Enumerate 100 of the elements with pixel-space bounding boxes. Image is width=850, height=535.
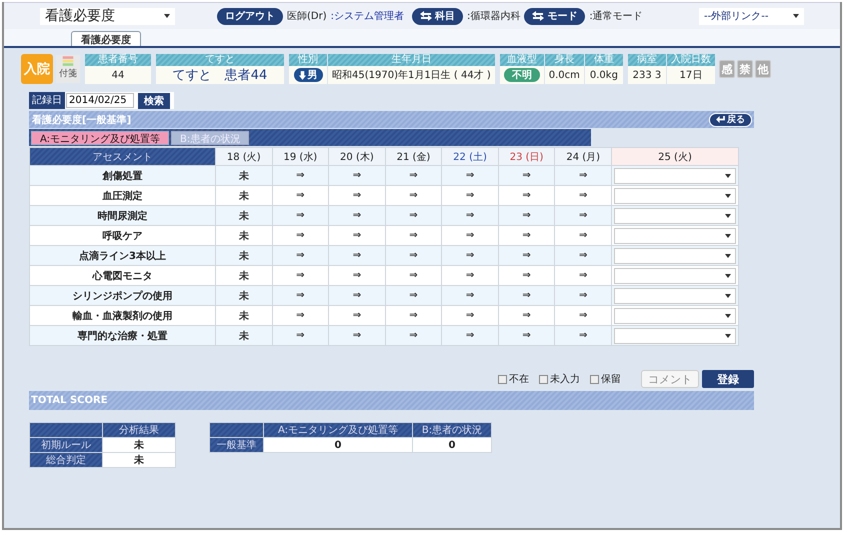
column-header: 分析結果 — [102, 422, 176, 438]
checkbox-label: 保留 — [601, 373, 621, 386]
table-cell: ⇒ — [385, 246, 442, 266]
checkbox[interactable] — [590, 374, 599, 384]
down-arrow-icon — [298, 70, 306, 80]
assessment-item: シリンジポンプの使用 — [30, 286, 216, 306]
mode-button[interactable]: モード — [524, 8, 586, 24]
system-select[interactable]: 看護必要度 — [40, 8, 175, 24]
patient-name: てすと 患者44 — [172, 67, 268, 84]
table-cell: ⇒ — [554, 166, 612, 186]
caret-icon — [725, 174, 731, 178]
table-cell: ⇒ — [554, 266, 612, 286]
table-cell: ⇒ — [442, 306, 498, 326]
notes-icon — [61, 56, 75, 67]
field-value: 17日 — [680, 69, 702, 82]
table-cell: ⇒ — [385, 266, 442, 286]
table-cell: ⇒ — [498, 266, 555, 286]
entry-dropdown[interactable] — [614, 268, 736, 284]
table-cell: ⇒ — [272, 266, 329, 286]
table-cell: 0 — [412, 438, 492, 452]
table-cell: ⇒ — [328, 166, 386, 186]
table-cell: ⇒ — [385, 326, 442, 346]
department-button[interactable]: 科目 — [412, 8, 463, 24]
table-cell: ⇒ — [272, 206, 329, 226]
search-button[interactable]: 検索 — [138, 92, 170, 108]
field-value: 233 3 — [632, 70, 662, 80]
table-cell: ⇒ — [554, 226, 612, 246]
checkbox-label: 未入力 — [550, 372, 580, 386]
assessment-item: 血圧測定 — [30, 186, 216, 206]
assessment-item: 輸血・血液製剤の使用 — [30, 306, 216, 326]
column-header: A:モニタリング及び処置等 — [264, 422, 412, 438]
field-label: 患者番号 — [85, 54, 151, 66]
record-date-field[interactable]: 2014/02/25 — [66, 93, 134, 108]
field-label: 生年月日 — [328, 54, 495, 66]
table-cell: ⇒ — [442, 186, 498, 206]
subtab[interactable]: A:モニタリング及び処置等 — [31, 130, 170, 144]
entry-dropdown[interactable] — [614, 308, 736, 324]
entry-dropdown[interactable] — [614, 168, 736, 184]
logout-button[interactable]: ログアウト — [217, 8, 283, 24]
column-header: アセスメント — [30, 148, 216, 166]
table-cell: ⇒ — [554, 186, 612, 206]
table-cell: ⇒ — [272, 166, 329, 186]
caret-icon — [793, 14, 799, 18]
assessment-item: 創傷処置 — [30, 166, 216, 186]
register-button[interactable]: 登録 — [702, 370, 754, 388]
record-date-label: 記録日 — [29, 92, 65, 109]
assessment-item: 時間尿測定 — [30, 206, 216, 226]
user-role: 医師(Dr) — [287, 10, 327, 23]
back-button[interactable]: 戻る — [709, 112, 752, 126]
entry-dropdown[interactable] — [614, 208, 736, 224]
table-cell: 未 — [216, 266, 272, 286]
field-label: 性別 — [289, 54, 327, 66]
table-cell: ⇒ — [328, 186, 386, 206]
column-header: B:患者の状況 — [412, 422, 492, 438]
table-cell: ⇒ — [442, 266, 498, 286]
table-cell: ⇒ — [328, 286, 386, 306]
column-header: 21 (金) — [385, 148, 442, 166]
tab[interactable]: 看護必要度 — [71, 31, 141, 46]
entry-dropdown[interactable] — [614, 228, 736, 244]
entry-dropdown[interactable] — [614, 288, 736, 304]
table-cell: ⇒ — [442, 246, 498, 266]
table-cell: ⇒ — [554, 286, 612, 306]
external-link-select[interactable]: --外部リンク-- — [699, 8, 804, 24]
field-label: てすと — [156, 54, 284, 66]
checkbox[interactable] — [539, 374, 548, 384]
table-cell: 0 — [264, 438, 412, 452]
table-cell: 未 — [216, 186, 272, 206]
checkbox[interactable] — [498, 374, 507, 384]
table-cell: ⇒ — [328, 246, 386, 266]
assessment-item: 心電図モニタ — [30, 266, 216, 286]
entry-dropdown[interactable] — [614, 188, 736, 204]
table-cell: 未 — [102, 452, 176, 468]
column-header: 24 (月) — [554, 148, 612, 166]
row-header: 一般基準 — [210, 438, 264, 452]
field-value: 昭和45(1970)年1月1日生 ( 44才 ) — [332, 68, 491, 82]
table-cell: ⇒ — [554, 206, 612, 226]
table-cell: ⇒ — [385, 206, 442, 226]
caret-icon — [725, 194, 731, 198]
table-cell: ⇒ — [385, 166, 442, 186]
assessment-item: 専門的な治療・処置 — [30, 326, 216, 346]
table-cell: 未 — [216, 246, 272, 266]
department-name: :循環器内科 — [467, 10, 520, 23]
caret-icon — [725, 334, 731, 338]
field-value: 0.0kg — [590, 70, 618, 80]
entry-dropdown[interactable] — [614, 328, 736, 344]
caret-icon — [725, 294, 731, 298]
user-name: :システム管理者 — [330, 10, 404, 23]
caret-icon — [725, 254, 731, 258]
entry-dropdown[interactable] — [614, 248, 736, 264]
field-value: 0.0cm — [548, 70, 580, 80]
column-header: 18 (火) — [216, 148, 272, 166]
table-cell: ⇒ — [328, 226, 386, 246]
table-cell: ⇒ — [272, 226, 329, 246]
table-cell: ⇒ — [498, 206, 555, 226]
section-title: 看護必要度[一般基準] — [31, 113, 132, 126]
table-cell: ⇒ — [554, 326, 612, 346]
table-cell: ⇒ — [498, 326, 555, 346]
table-cell: ⇒ — [272, 286, 329, 306]
column-header: 19 (水) — [272, 148, 329, 166]
sticky-note-button[interactable]: 付箋 — [56, 55, 80, 83]
